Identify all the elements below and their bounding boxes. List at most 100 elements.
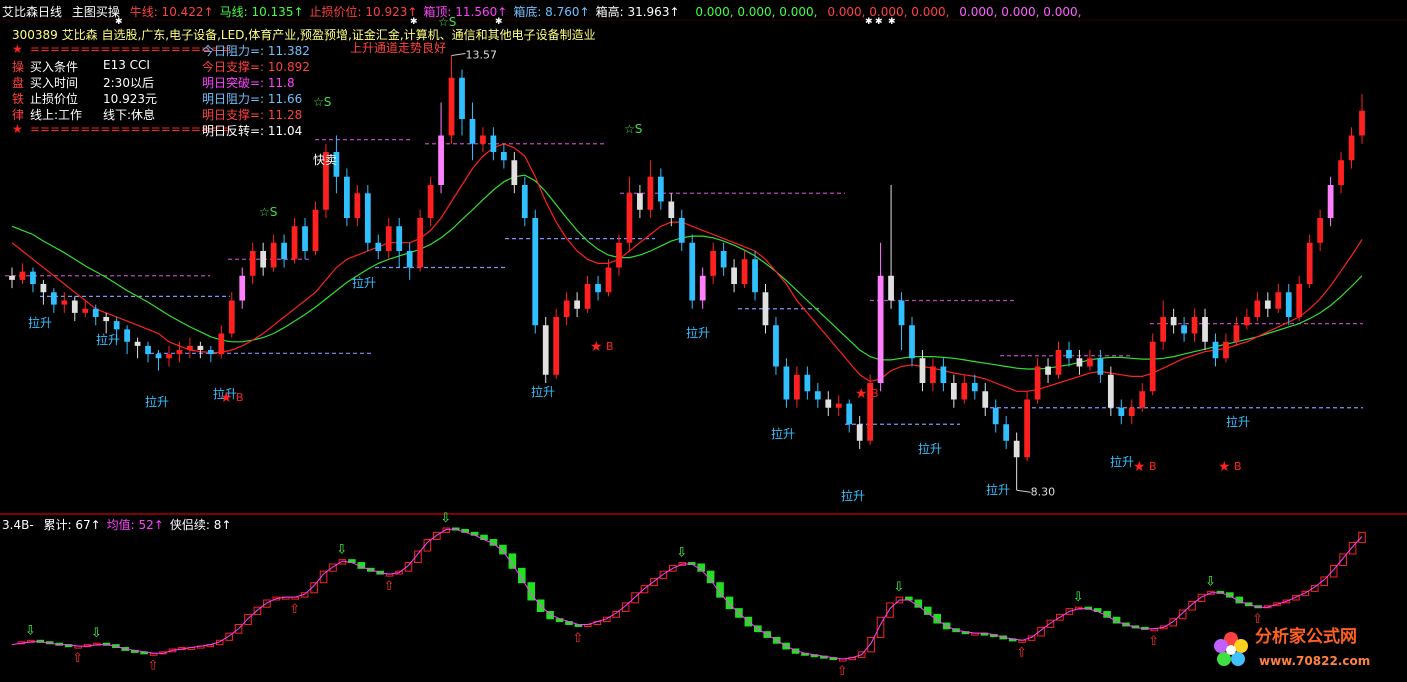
candle-body	[1087, 358, 1093, 367]
rule-value-4: 线下:休息	[103, 108, 156, 122]
candle-body	[490, 135, 497, 152]
candle-body	[312, 209, 319, 251]
star-s-marker: ☆S	[624, 122, 642, 136]
candle-body	[637, 193, 643, 210]
candle-body	[197, 345, 204, 350]
indicator-bar	[442, 527, 451, 533]
sell-arrow-icon: ⇩	[1205, 574, 1216, 589]
level-row-5: 明日反转=: 11.04	[202, 124, 303, 138]
candle-body	[563, 300, 570, 317]
candle-body	[30, 271, 36, 284]
candle-body	[417, 218, 424, 268]
candle-body	[835, 403, 842, 408]
candle-body	[752, 259, 758, 293]
candle-body	[971, 383, 978, 392]
header-value-3: 箱顶: 11.560↑	[423, 5, 508, 19]
candle-body	[909, 325, 915, 359]
candle-body	[1034, 366, 1041, 400]
lift-label: 拉升	[841, 488, 865, 503]
candle-body	[595, 284, 601, 293]
candle-body	[291, 226, 298, 260]
sell-arrow-icon: ⇩	[91, 626, 102, 641]
candle-body	[218, 333, 225, 355]
rule-label-1: 买入条件	[30, 60, 79, 74]
candle-body	[1306, 242, 1313, 284]
rule-label-2: 买入时间	[30, 76, 79, 90]
indicator-bar	[1197, 593, 1206, 602]
level-row-0: 今日阻力=: 11.382	[202, 44, 310, 58]
main-header: 艾比森日线 主图买操 牛线: 10.422↑ 马线: 10.135↑ 止损价位: 1…	[2, 3, 1087, 20]
candle-body	[19, 271, 26, 280]
candle-body	[720, 251, 727, 268]
candle-body	[239, 275, 246, 301]
candle-body	[584, 284, 591, 309]
lift-label: 拉升	[986, 482, 1010, 497]
indicator-bar	[1358, 531, 1366, 543]
candle-body	[82, 308, 89, 313]
candle-body	[459, 77, 465, 119]
lift-label: 拉升	[918, 441, 942, 456]
candle-body	[438, 135, 444, 185]
trend-note: 上升通道走势良好	[350, 41, 447, 55]
buy-arrow-icon: ⇧	[1016, 645, 1027, 660]
indicator-bar	[244, 613, 252, 625]
candle-body	[344, 176, 350, 218]
mode-label[interactable]: 主图买操	[72, 5, 120, 19]
quick-sell-label: 快卖	[313, 153, 337, 167]
candle-body	[281, 242, 287, 260]
candle-body	[40, 284, 47, 293]
candle-body	[1170, 317, 1177, 326]
candle-body	[71, 300, 78, 313]
buy-marker-label: B	[606, 340, 614, 353]
candle-body	[1066, 350, 1072, 359]
sell-arrow-icon: ⇩	[1073, 590, 1084, 605]
buy-arrow-icon: ⇧	[289, 602, 300, 617]
candle-body	[385, 226, 392, 251]
rule-key-4: 律	[12, 108, 25, 122]
candle-body	[877, 275, 884, 383]
candle-body	[113, 321, 120, 330]
candle-body	[699, 275, 706, 301]
candle-body	[689, 242, 696, 301]
candle-body	[1359, 110, 1365, 136]
rule-key-2: 盘	[12, 76, 25, 90]
candle-body	[710, 251, 717, 276]
buy-arrow-icon: ⇧	[572, 631, 583, 646]
candle-body	[1348, 135, 1355, 161]
candle-body	[511, 160, 518, 185]
candle-body	[678, 218, 685, 243]
lift-label: 拉升	[771, 426, 795, 441]
period-label[interactable]: 日线	[38, 5, 62, 19]
indicator-bar	[631, 592, 639, 604]
buy-marker-label: B	[1234, 460, 1242, 473]
candle-body	[940, 366, 947, 383]
candle-body	[542, 325, 549, 375]
candle-body	[1160, 317, 1167, 342]
header-value-1: 马线: 10.135↑	[219, 5, 304, 19]
high-pointer	[451, 52, 466, 56]
candle-body	[1212, 341, 1219, 359]
header-value-0: 牛线: 10.422↑	[129, 5, 214, 19]
candle-body	[1223, 341, 1229, 359]
candle-body	[207, 350, 214, 355]
candle-body	[1338, 160, 1344, 185]
sub-header-value-1: 均值: 52↑	[106, 518, 164, 532]
candle-body	[804, 374, 811, 392]
candle-body	[1045, 366, 1051, 375]
rule-label-3: 止损价位	[30, 92, 79, 106]
candle-body	[500, 152, 507, 161]
rule-key-5: ★	[12, 122, 23, 136]
candle-body	[124, 329, 130, 342]
candle-body	[521, 185, 528, 218]
buy-arrow-icon: ⇧	[72, 651, 83, 666]
candle-body	[406, 251, 413, 268]
candle-body	[773, 325, 779, 367]
buy-star-icon: ★	[1133, 459, 1146, 475]
rule-value-2: 2:30以后	[103, 76, 154, 90]
indicator-bar	[886, 602, 894, 618]
candle-body	[1003, 424, 1010, 441]
high-price-label: 13.57	[466, 48, 498, 61]
candle-body	[1264, 300, 1271, 309]
candle-body	[302, 226, 308, 251]
candle-body	[176, 350, 183, 355]
